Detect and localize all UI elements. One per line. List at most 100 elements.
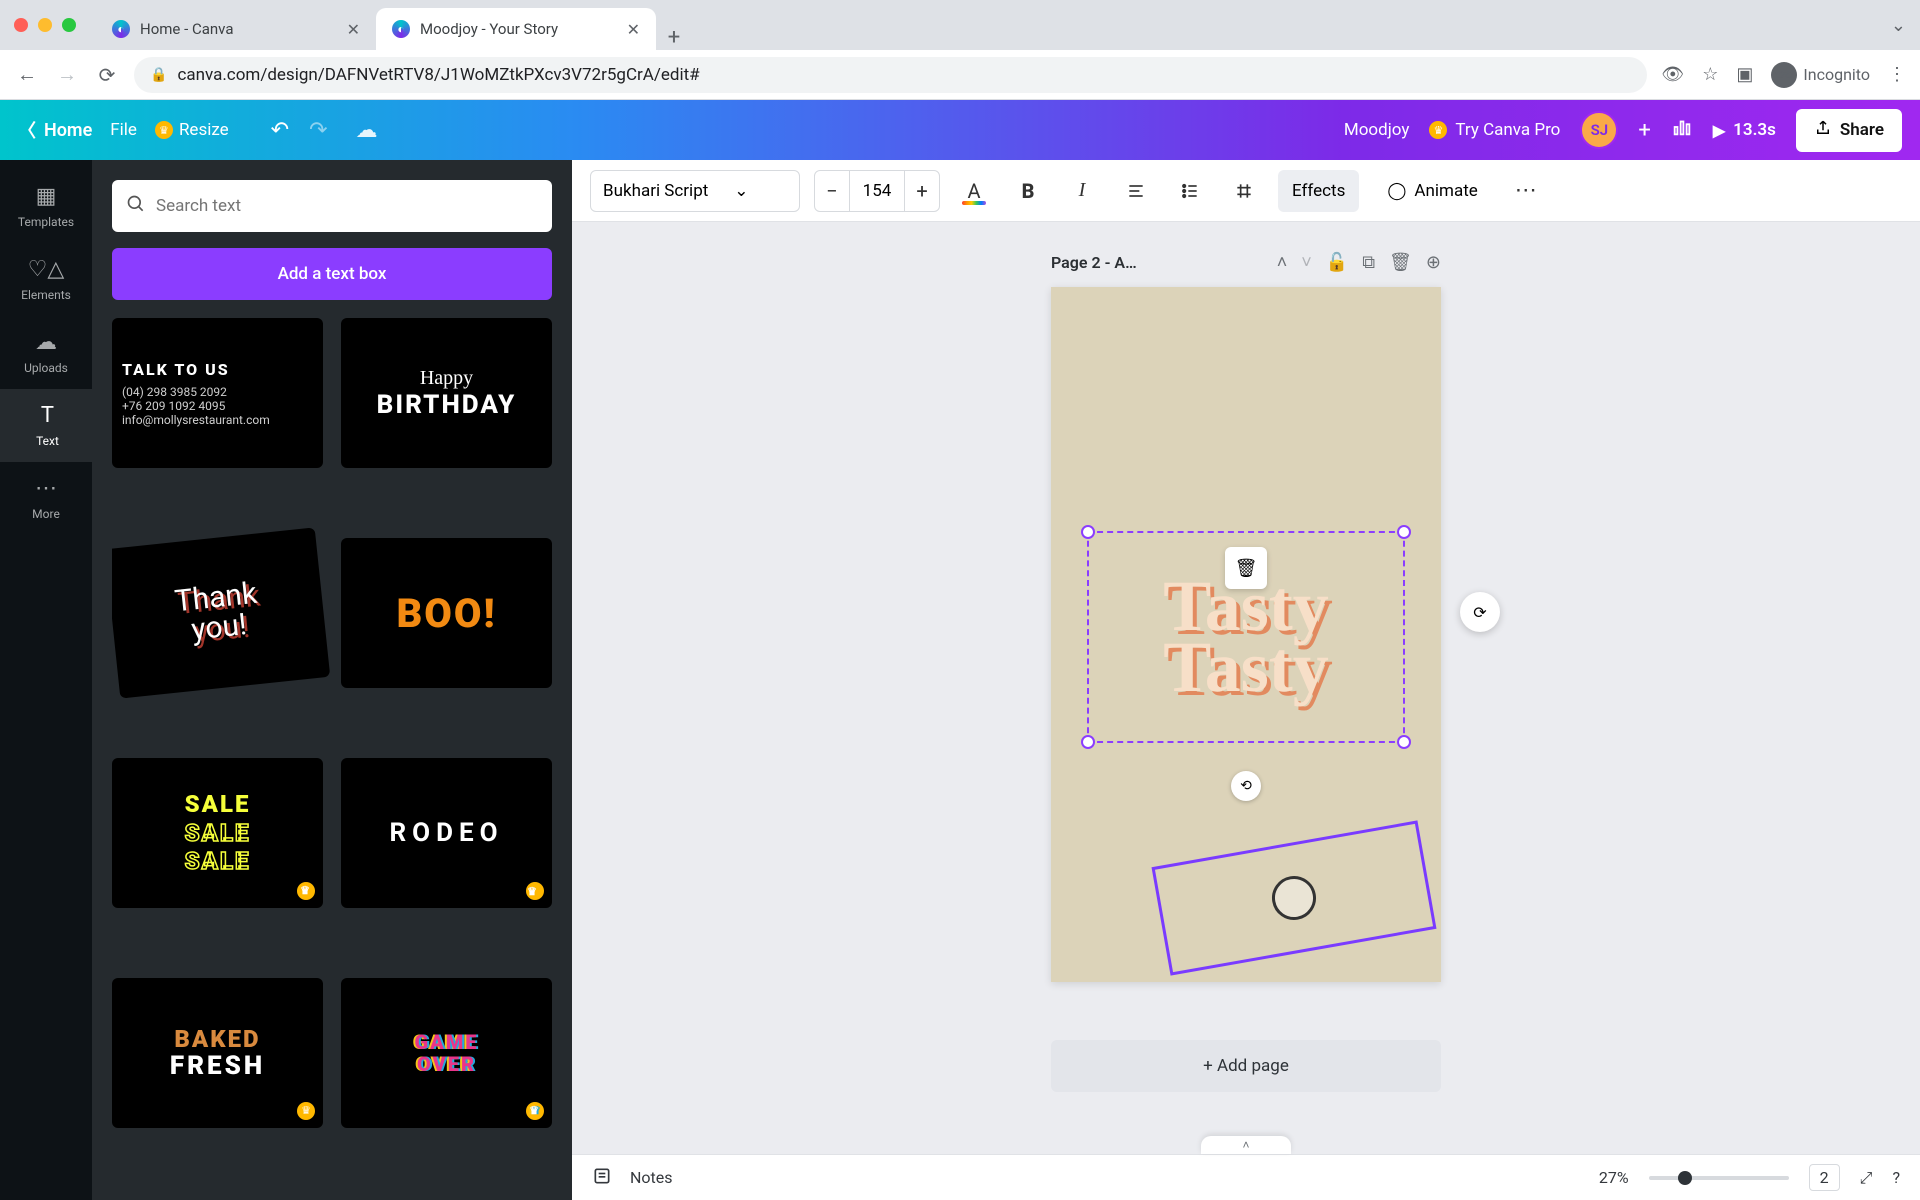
maximize-window-button[interactable] <box>62 18 76 32</box>
template-text: Happy <box>420 367 473 390</box>
font-family-select[interactable]: Bukhari Script ⌄ <box>590 170 800 212</box>
rail-uploads[interactable]: ☁ Uploads <box>0 316 92 389</box>
font-size-value[interactable]: 154 <box>849 171 905 211</box>
page-label[interactable]: Page 2 - A… <box>1051 253 1137 272</box>
rotate-handle[interactable]: ⟲ <box>1231 771 1261 801</box>
star-icon[interactable]: ☆ <box>1702 64 1718 85</box>
user-avatar[interactable]: SJ <box>1580 111 1618 149</box>
share-button[interactable]: Share <box>1796 109 1902 152</box>
text-template-baked-fresh[interactable]: BAKED FRESH ♛ <box>112 978 323 1128</box>
text-template-thank-you[interactable]: Thank you! <box>112 527 330 698</box>
resize-handle-br[interactable] <box>1397 735 1411 749</box>
document-name[interactable]: Moodjoy <box>1344 120 1410 140</box>
eye-off-icon[interactable]: 👁 <box>1661 64 1684 85</box>
template-text: BIRTHDAY <box>377 390 517 420</box>
browser-menu-icon[interactable]: ⋮ <box>1888 64 1906 85</box>
close-window-button[interactable] <box>14 18 28 32</box>
text-template-rodeo[interactable]: RODEO ♛ <box>341 758 552 908</box>
file-menu[interactable]: File <box>110 120 137 140</box>
insights-icon[interactable] <box>1671 116 1693 144</box>
rail-elements[interactable]: ♡△ Elements <box>0 243 92 316</box>
add-page-button[interactable]: + Add page <box>1051 1040 1441 1092</box>
present-button[interactable]: ▶ 13.3s <box>1713 120 1776 140</box>
resize-handle-tr[interactable] <box>1397 525 1411 539</box>
text-template-sale[interactable]: SALE SALE SALE ♛ <box>112 758 323 908</box>
animate-button[interactable]: ◯ Animate <box>1373 170 1491 212</box>
page-down-icon[interactable]: ˅ <box>1301 252 1312 273</box>
font-size-increase[interactable]: + <box>905 179 939 203</box>
page-number-chip[interactable]: 2 <box>1809 1164 1840 1191</box>
resize-handle-bl[interactable] <box>1081 735 1095 749</box>
browser-tab-home-canva[interactable]: ◐ Home - Canva ✕ <box>96 8 376 50</box>
close-tab-icon[interactable]: ✕ <box>347 20 360 39</box>
address-bar-actions: 👁 ☆ ▣ 🕶 Incognito ⋮ <box>1661 62 1906 88</box>
text-template-happy-birthday[interactable]: Happy BIRTHDAY <box>341 318 552 468</box>
bold-button[interactable]: B <box>1008 171 1048 211</box>
more-options-button[interactable]: ⋯ <box>1506 171 1546 211</box>
page-up-icon[interactable]: ˄ <box>1277 252 1288 273</box>
browser-tab-moodjoy[interactable]: ◐ Moodjoy - Your Story ✕ <box>376 8 656 50</box>
try-canva-pro-button[interactable]: ♛ Try Canva Pro <box>1429 120 1560 140</box>
redo-button[interactable]: ↷ <box>309 118 327 143</box>
close-tab-icon[interactable]: ✕ <box>627 20 640 39</box>
text-template-boo[interactable]: BOO! <box>341 538 552 688</box>
spacing-button[interactable] <box>1224 171 1264 211</box>
incognito-badge[interactable]: 🕶 Incognito <box>1771 62 1870 88</box>
window-titlebar: ◐ Home - Canva ✕ ◐ Moodjoy - Your Story … <box>0 0 1920 50</box>
side-panel-icon[interactable]: ▣ <box>1736 64 1753 85</box>
crown-icon: ♛ <box>297 882 315 900</box>
zoom-value[interactable]: 27% <box>1599 1168 1629 1187</box>
text-template-talk-to-us[interactable]: TALK TO US (04) 298 3985 2092 +76 209 10… <box>112 318 323 468</box>
zoom-slider-thumb[interactable] <box>1678 1171 1692 1185</box>
home-label: Home <box>44 120 92 141</box>
list-button[interactable] <box>1170 171 1210 211</box>
fullscreen-icon[interactable]: ⤢ <box>1860 1168 1873 1188</box>
cloud-sync-icon[interactable]: ☁ <box>356 118 378 143</box>
resize-button[interactable]: ♛ Resize <box>155 120 229 140</box>
template-text: +76 209 1092 4095 <box>122 399 225 413</box>
duplicate-page-icon[interactable]: ⧉ <box>1362 252 1375 273</box>
browser-address-bar: ← → ⟳ 🔒 canva.com/design/DAFNVetRTV8/J1W… <box>0 50 1920 100</box>
italic-button[interactable]: I <box>1062 171 1102 211</box>
delete-page-icon[interactable]: 🗑 <box>1389 252 1412 273</box>
crown-icon: ♛ <box>526 882 544 900</box>
rail-text[interactable]: T Text <box>0 389 92 462</box>
back-button[interactable]: ← <box>14 62 40 88</box>
text-search[interactable] <box>112 180 552 232</box>
rotated-selection[interactable] <box>1152 820 1437 975</box>
browser-tabs: ◐ Home - Canva ✕ ◐ Moodjoy - Your Story … <box>96 0 692 50</box>
zoom-slider[interactable] <box>1649 1176 1789 1180</box>
show-pages-handle[interactable]: ˄ <box>1201 1136 1291 1154</box>
font-size-decrease[interactable]: − <box>815 179 849 203</box>
text-template-game-over[interactable]: GAME OVER ♛ <box>341 978 552 1128</box>
crown-icon: ♛ <box>155 121 173 139</box>
rail-more[interactable]: ⋯ More <box>0 462 92 535</box>
selection-box[interactable]: 🗑 Tasty Tasty ⟲ <box>1087 531 1405 743</box>
floating-regenerate-button[interactable]: ⟳ <box>1460 592 1500 632</box>
add-people-icon[interactable]: + <box>1638 118 1650 143</box>
text-element-tasty[interactable]: Tasty Tasty <box>1163 576 1328 698</box>
effects-button[interactable]: Effects <box>1278 170 1359 212</box>
minimize-window-button[interactable] <box>38 18 52 32</box>
font-name: Bukhari Script <box>603 181 708 201</box>
new-tab-button[interactable]: + <box>656 25 692 50</box>
home-button[interactable]: 〈 Home <box>18 117 92 143</box>
share-icon <box>1814 119 1832 142</box>
lock-page-icon[interactable]: 🔓 <box>1326 252 1348 273</box>
chevron-down-icon[interactable]: ⌄ <box>1891 15 1906 36</box>
play-duration: 13.3s <box>1733 120 1776 140</box>
alignment-button[interactable] <box>1116 171 1156 211</box>
rail-templates[interactable]: ▦ Templates <box>0 170 92 243</box>
canvas-stage[interactable]: Page 2 - A… ˄ ˅ 🔓 ⧉ 🗑 ⊕ <box>572 222 1920 1154</box>
add-text-box-button[interactable]: Add a text box <box>112 248 552 300</box>
url-bar[interactable]: 🔒 canva.com/design/DAFNVetRTV8/J1WoMZtkP… <box>134 57 1647 93</box>
design-page[interactable]: 🗑 Tasty Tasty ⟲ <box>1051 287 1441 982</box>
add-page-inline-icon[interactable]: ⊕ <box>1426 252 1441 273</box>
text-color-button[interactable]: A <box>954 171 994 211</box>
help-icon[interactable]: ? <box>1892 1168 1900 1187</box>
notes-button[interactable]: Notes <box>630 1168 673 1187</box>
reload-button[interactable]: ⟳ <box>94 62 120 88</box>
undo-button[interactable]: ↶ <box>271 118 289 143</box>
search-input[interactable] <box>156 196 538 216</box>
resize-handle-tl[interactable] <box>1081 525 1095 539</box>
